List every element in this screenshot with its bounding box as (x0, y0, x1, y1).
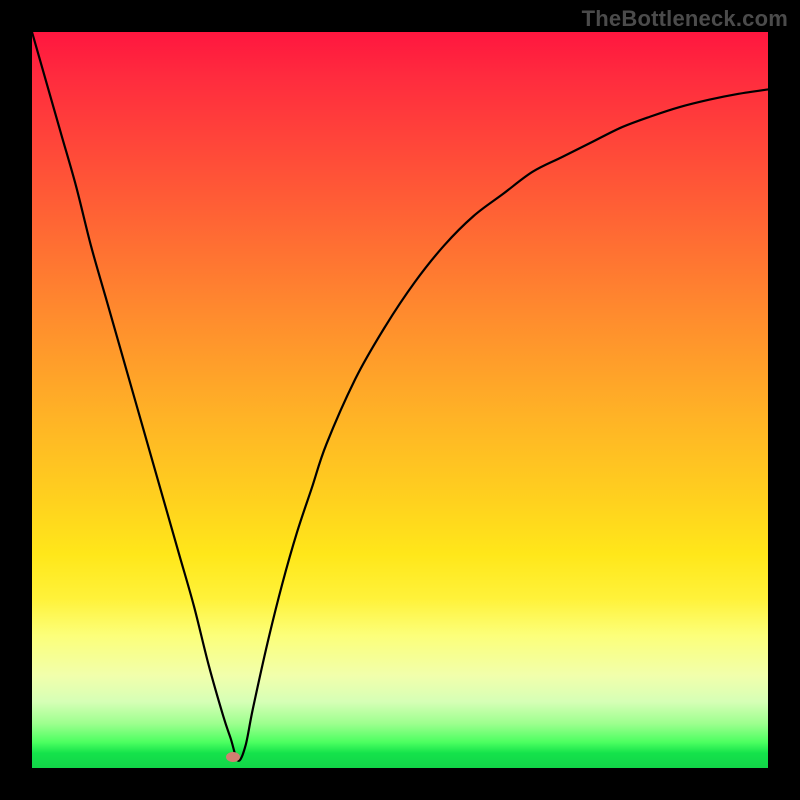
bottleneck-curve (32, 32, 768, 768)
optimal-point-marker (226, 752, 240, 762)
watermark-text: TheBottleneck.com (582, 6, 788, 32)
chart-frame: TheBottleneck.com (0, 0, 800, 800)
plot-area (32, 32, 768, 768)
